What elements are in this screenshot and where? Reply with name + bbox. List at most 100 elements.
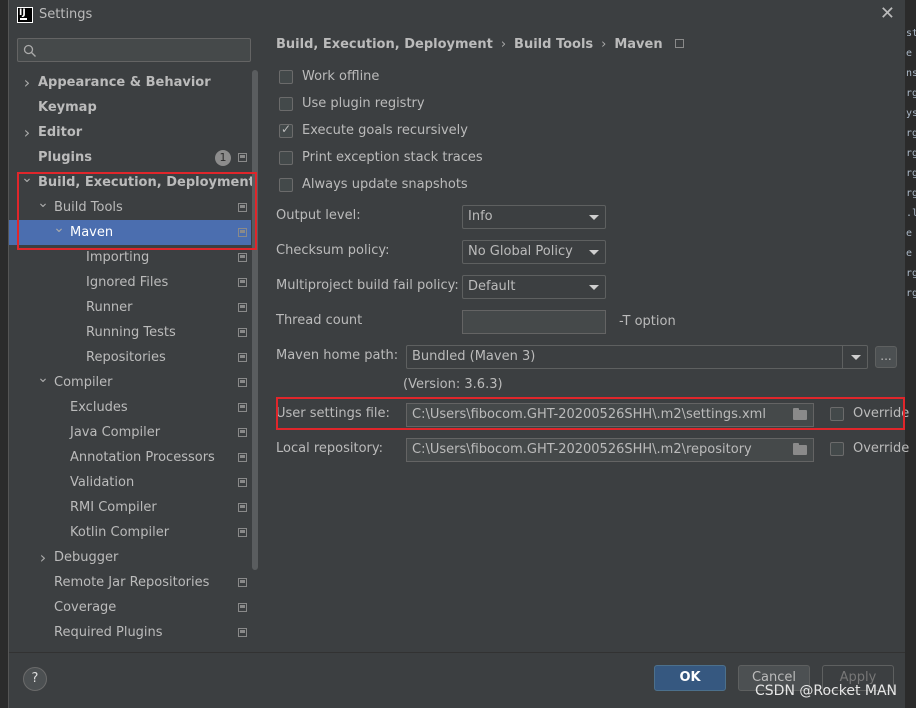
local-repository-input[interactable]: C:\Users\fibocom.GHT-20200526SHH\.m2\rep…	[406, 438, 814, 462]
project-scope-icon	[238, 453, 247, 462]
breadcrumb-item: Build, Execution, Deployment	[276, 37, 493, 52]
checkbox-label: Execute goals recursively	[302, 123, 468, 138]
tree-item-importing[interactable]: Importing	[9, 245, 251, 270]
tree-item-label: Plugins	[38, 150, 92, 165]
project-scope-icon	[238, 528, 247, 537]
tree-item-label: RMI Compiler	[70, 500, 157, 515]
tree-item-label: Excludes	[70, 400, 128, 415]
checkbox-label: Use plugin registry	[302, 96, 425, 111]
tree-item-keymap[interactable]: Keymap	[9, 95, 251, 120]
maven-home-value: Bundled (Maven 3)	[412, 349, 536, 364]
watermark: CSDN @Rocket MAN	[755, 683, 898, 699]
tree-item-build-tools[interactable]: ⌄ Build Tools	[9, 195, 251, 220]
project-scope-icon	[238, 303, 247, 312]
output-level-select[interactable]: Info	[462, 205, 606, 229]
tree-item-label: Repositories	[86, 350, 166, 365]
checkbox[interactable]	[279, 151, 293, 165]
tree-item-rmi-compiler[interactable]: RMI Compiler	[9, 495, 251, 520]
tree-item-editor[interactable]: › Editor	[9, 120, 251, 145]
ok-button[interactable]: OK	[654, 665, 726, 691]
search-field[interactable]	[17, 38, 251, 62]
user-settings-input[interactable]: C:\Users\fibocom.GHT-20200526SHH\.m2\set…	[406, 403, 814, 427]
user-settings-value: C:\Users\fibocom.GHT-20200526SHH\.m2\set…	[412, 407, 766, 422]
project-scope-icon	[238, 228, 247, 237]
tree-item-java-compiler[interactable]: Java Compiler	[9, 420, 251, 445]
tree-item-label: Annotation Processors	[70, 450, 215, 465]
breadcrumb-item: Maven	[614, 37, 663, 52]
thread-count-hint: -T option	[619, 314, 676, 329]
background-editor-left	[0, 0, 8, 708]
tree-item-label: Importing	[86, 250, 150, 265]
tree-item-runner[interactable]: Runner	[9, 295, 251, 320]
tree-item-annotation-processors[interactable]: Annotation Processors	[9, 445, 251, 470]
tree-item-debugger[interactable]: › Debugger	[9, 545, 251, 570]
chevron-down-icon[interactable]: ⌄	[53, 216, 65, 241]
checkbox[interactable]	[279, 97, 293, 111]
tree-item-plugins[interactable]: Plugins 1	[9, 145, 251, 170]
tree-item-label: Build, Execution, Deployment	[38, 175, 255, 190]
checkbox[interactable]	[279, 178, 293, 192]
dialog-button-bar: ? OK Cancel Apply CSDN @Rocket MAN	[9, 652, 905, 708]
tree-item-compiler[interactable]: ⌄ Compiler	[9, 370, 251, 395]
tree-item-maven[interactable]: ⌄ Maven	[9, 220, 251, 245]
multiproject-fail-policy-select[interactable]: Default	[462, 275, 606, 299]
tree-scrollbar[interactable]	[251, 70, 259, 652]
tree-item-kotlin-compiler[interactable]: Kotlin Compiler	[9, 520, 251, 545]
settings-dialog: Settings ✕ › Appearance & Behavior Keymap ›…	[8, 0, 909, 708]
tree-item-appearance-behavior[interactable]: › Appearance & Behavior	[9, 70, 251, 95]
dropdown-separator	[842, 346, 843, 368]
tree-item-required-plugins[interactable]: Required Plugins	[9, 620, 251, 645]
user-settings-override-label: Override	[853, 406, 910, 421]
checkbox[interactable]	[279, 122, 293, 138]
chevron-down-icon[interactable]: ⌄	[37, 191, 49, 216]
maven-home-select[interactable]: Bundled (Maven 3)	[406, 345, 868, 369]
maven-version-text: (Version: 3.6.3)	[403, 377, 503, 392]
thread-count-label: Thread count	[276, 313, 363, 328]
breadcrumb-separator: ›	[601, 37, 607, 52]
tree-item-label: Editor	[38, 125, 83, 140]
chevron-down-icon[interactable]: ⌄	[37, 366, 49, 391]
tree-item-label: Compiler	[54, 375, 113, 390]
checksum-policy-value: No Global Policy	[468, 244, 573, 259]
local-repository-override-checkbox[interactable]	[830, 442, 844, 456]
tree-item-label: Java Compiler	[70, 425, 161, 440]
chevron-right-icon[interactable]: ›	[21, 70, 33, 95]
folder-icon[interactable]	[793, 443, 807, 455]
breadcrumb-item: Build Tools	[514, 37, 594, 52]
user-settings-override-checkbox[interactable]	[830, 407, 844, 421]
tree-item-running-tests[interactable]: Running Tests	[9, 320, 251, 345]
project-scope-icon	[238, 403, 247, 412]
background-code-glyph: e	[906, 48, 913, 59]
checksum-policy-select[interactable]: No Global Policy	[462, 240, 606, 264]
browse-maven-home-button[interactable]: ...	[875, 346, 897, 368]
tree-item-coverage[interactable]: Coverage	[9, 595, 251, 620]
folder-icon[interactable]	[793, 408, 807, 420]
breadcrumb-separator: ›	[500, 37, 507, 52]
search-input[interactable]	[48, 41, 244, 59]
background-code-glyph: ns	[906, 68, 916, 79]
chevron-right-icon[interactable]: ›	[21, 120, 33, 145]
multiproject-fail-policy-label: Multiproject build fail policy:	[276, 278, 459, 293]
project-scope-icon	[238, 328, 247, 337]
chevron-down-icon[interactable]: ⌄	[21, 166, 33, 191]
checkbox[interactable]	[279, 70, 293, 84]
tree-item-excludes[interactable]: Excludes	[9, 395, 251, 420]
checkbox-label: Always update snapshots	[302, 177, 468, 192]
tree-item-label: Debugger	[54, 550, 119, 565]
tree-item-validation[interactable]: Validation	[9, 470, 251, 495]
tree-item-remote-jar-repositories[interactable]: Remote Jar Repositories	[9, 570, 251, 595]
tree-item-label: Required Plugins	[54, 625, 163, 640]
search-icon	[23, 44, 36, 57]
project-scope-icon	[238, 353, 247, 362]
close-icon[interactable]: ✕	[880, 3, 895, 24]
tree-item-label: Keymap	[38, 100, 97, 115]
project-scope-icon	[238, 603, 247, 612]
background-code-glyph: rg	[906, 128, 916, 139]
thread-count-input[interactable]	[462, 310, 606, 334]
chevron-right-icon[interactable]: ›	[37, 545, 49, 570]
local-repository-override-label: Override	[853, 441, 910, 456]
tree-item-ignored-files[interactable]: Ignored Files	[9, 270, 251, 295]
help-button[interactable]: ?	[23, 667, 47, 691]
tree-item-label: Appearance & Behavior	[38, 75, 211, 90]
tree-scrollbar-thumb[interactable]	[252, 70, 258, 570]
